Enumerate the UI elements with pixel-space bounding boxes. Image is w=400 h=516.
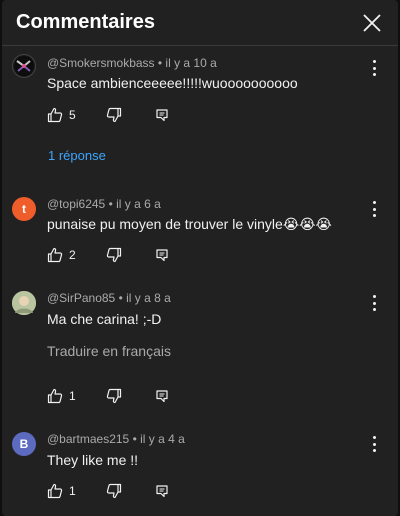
thumb-up-icon [47, 483, 63, 499]
reply-button[interactable] [155, 484, 169, 498]
reply-button[interactable] [155, 248, 169, 262]
comment-actions: 1 [47, 482, 169, 500]
more-button[interactable] [368, 295, 380, 311]
thumb-up-icon [47, 107, 63, 123]
reply-icon [156, 109, 168, 122]
comment-text: Ma che carina! ;-D [47, 311, 162, 327]
like-button[interactable]: 5 [47, 107, 76, 123]
replies-toggle[interactable]: 1 réponse [48, 148, 106, 163]
panel-title: Commentaires [16, 11, 155, 33]
more-button[interactable] [368, 60, 380, 76]
thumb-up-icon [47, 247, 63, 263]
comment-item: @SirPano85 • il y a 8 a Ma che carina! ;… [2, 281, 398, 406]
thumb-down-icon [106, 247, 121, 263]
reply-icon [156, 485, 168, 498]
close-button[interactable] [358, 9, 386, 37]
comment-author[interactable]: @SirPano85 [47, 291, 115, 305]
comment-item: B @bartmaes215 • il y a 4 a They like me… [2, 422, 398, 516]
comment-meta: @bartmaes215 • il y a 4 a [47, 432, 185, 446]
like-button[interactable]: 1 [47, 483, 76, 499]
like-count: 1 [69, 389, 76, 403]
like-count: 1 [69, 484, 76, 498]
comment-author[interactable]: @topi6245 [47, 197, 105, 211]
comment-actions: 5 [47, 106, 169, 124]
comment-actions: 2 [47, 246, 169, 264]
like-count: 2 [69, 248, 76, 262]
thumb-up-icon [47, 388, 63, 404]
comment-time[interactable]: il y a 10 a [165, 56, 216, 70]
avatar[interactable] [12, 291, 36, 315]
close-icon [363, 13, 381, 32]
comment-text: They like me !! [47, 452, 139, 468]
comment-text: Space ambienceeeee!!!!!wuoooooooooo [47, 75, 298, 91]
comment-meta: @SirPano85 • il y a 8 a [47, 291, 171, 305]
avatar-image [14, 56, 34, 76]
dislike-button[interactable] [106, 388, 122, 404]
comment-actions: 1 [47, 387, 169, 405]
comment-time[interactable]: il y a 4 a [140, 432, 185, 446]
thumb-down-icon [106, 388, 121, 404]
reply-icon [156, 390, 168, 403]
avatar[interactable] [12, 54, 36, 78]
thumb-down-icon [106, 107, 121, 123]
comment-text-container: punaise pu moyen de trouver le vinyle😭😭😭 [47, 216, 332, 233]
dislike-button[interactable] [106, 107, 122, 123]
dislike-button[interactable] [106, 483, 122, 499]
avatar[interactable]: B [12, 432, 36, 456]
reply-icon [156, 249, 168, 262]
dislike-button[interactable] [106, 247, 122, 263]
avatar[interactable]: t [12, 197, 36, 221]
like-count: 5 [69, 108, 76, 122]
comment-author[interactable]: @bartmaes215 [47, 432, 129, 446]
more-button[interactable] [368, 201, 380, 217]
thumb-down-icon [106, 483, 121, 499]
comment-time[interactable]: il y a 8 a [126, 291, 171, 305]
comment-text: punaise pu moyen de trouver le vinyle [47, 216, 283, 232]
comment-author[interactable]: @Smokersmokbass [47, 56, 155, 70]
comments-panel: Commentaires @Smokersmokbass • il y a 10… [2, 0, 398, 516]
reply-button[interactable] [155, 389, 169, 403]
comment-item: t @topi6245 • il y a 6 a punaise pu moye… [2, 187, 398, 277]
comment-item: @Smokersmokbass • il y a 10 a Space ambi… [2, 46, 398, 176]
comments-header: Commentaires [2, 0, 398, 46]
like-button[interactable]: 2 [47, 247, 76, 263]
translate-link[interactable]: Traduire en français [47, 343, 171, 359]
comment-time[interactable]: il y a 6 a [116, 197, 161, 211]
like-button[interactable]: 1 [47, 388, 76, 404]
avatar-letter: t [22, 202, 26, 216]
avatar-letter: B [19, 437, 29, 451]
crying-emoji: 😭😭😭 [282, 217, 332, 233]
comment-meta: @topi6245 • il y a 6 a [47, 197, 161, 211]
more-button[interactable] [368, 436, 380, 452]
avatar-image [12, 291, 36, 315]
comment-meta: @Smokersmokbass • il y a 10 a [47, 56, 217, 70]
reply-button[interactable] [155, 108, 169, 122]
